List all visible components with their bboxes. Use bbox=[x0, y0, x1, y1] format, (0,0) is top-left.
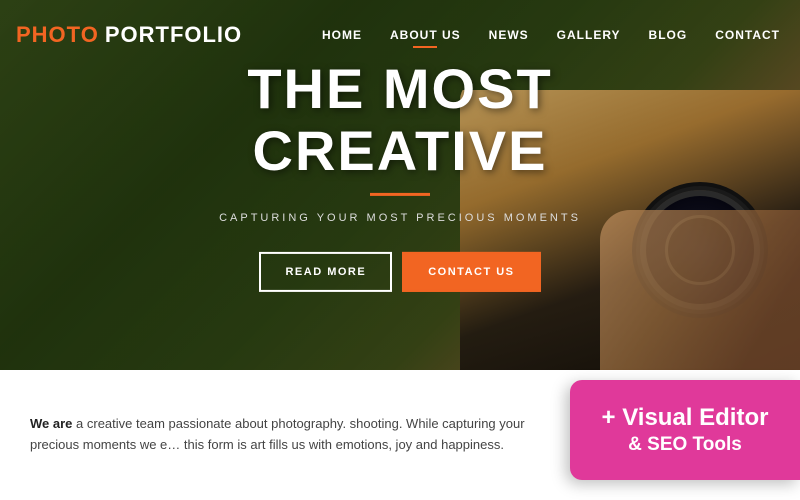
header: PHOTO PORTFOLIO HOME ABOUT US NEWS GALLE… bbox=[0, 0, 800, 70]
badge-line1: + Visual Editor bbox=[602, 404, 769, 431]
nav-gallery[interactable]: GALLERY bbox=[557, 28, 621, 42]
hero-subtitle: CAPTURING YOUR MOST PRECIOUS MOMENTS bbox=[100, 212, 700, 224]
hero-content: THE MOST CREATIVE CAPTURING YOUR MOST PR… bbox=[100, 58, 700, 292]
hero-buttons: READ MORE CONTACT US bbox=[100, 252, 700, 292]
logo[interactable]: PHOTO PORTFOLIO bbox=[16, 22, 242, 48]
badge-line2: & SEO Tools bbox=[628, 434, 742, 455]
nav-home[interactable]: HOME bbox=[322, 28, 362, 42]
logo-photo: PHOTO bbox=[16, 22, 99, 48]
logo-portfolio: PORTFOLIO bbox=[105, 22, 242, 48]
hero-divider bbox=[370, 193, 430, 196]
visual-editor-badge[interactable]: + Visual Editor & SEO Tools bbox=[570, 380, 800, 480]
main-nav: HOME ABOUT US NEWS GALLERY BLOG CONTACT bbox=[322, 28, 780, 42]
nav-contact[interactable]: CONTACT bbox=[715, 28, 780, 42]
nav-news[interactable]: NEWS bbox=[489, 28, 529, 42]
hero-section: PHOTO PORTFOLIO HOME ABOUT US NEWS GALLE… bbox=[0, 0, 800, 370]
contact-us-button[interactable]: CONTACT US bbox=[402, 252, 540, 292]
read-more-button[interactable]: READ MORE bbox=[259, 252, 392, 292]
visual-editor-text: + Visual Editor & SEO Tools bbox=[602, 402, 769, 458]
hero-title: THE MOST CREATIVE bbox=[100, 58, 700, 181]
nav-blog[interactable]: BLOG bbox=[649, 28, 688, 42]
bottom-text: We are a creative team passionate about … bbox=[30, 414, 550, 456]
nav-about[interactable]: ABOUT US bbox=[390, 28, 461, 42]
